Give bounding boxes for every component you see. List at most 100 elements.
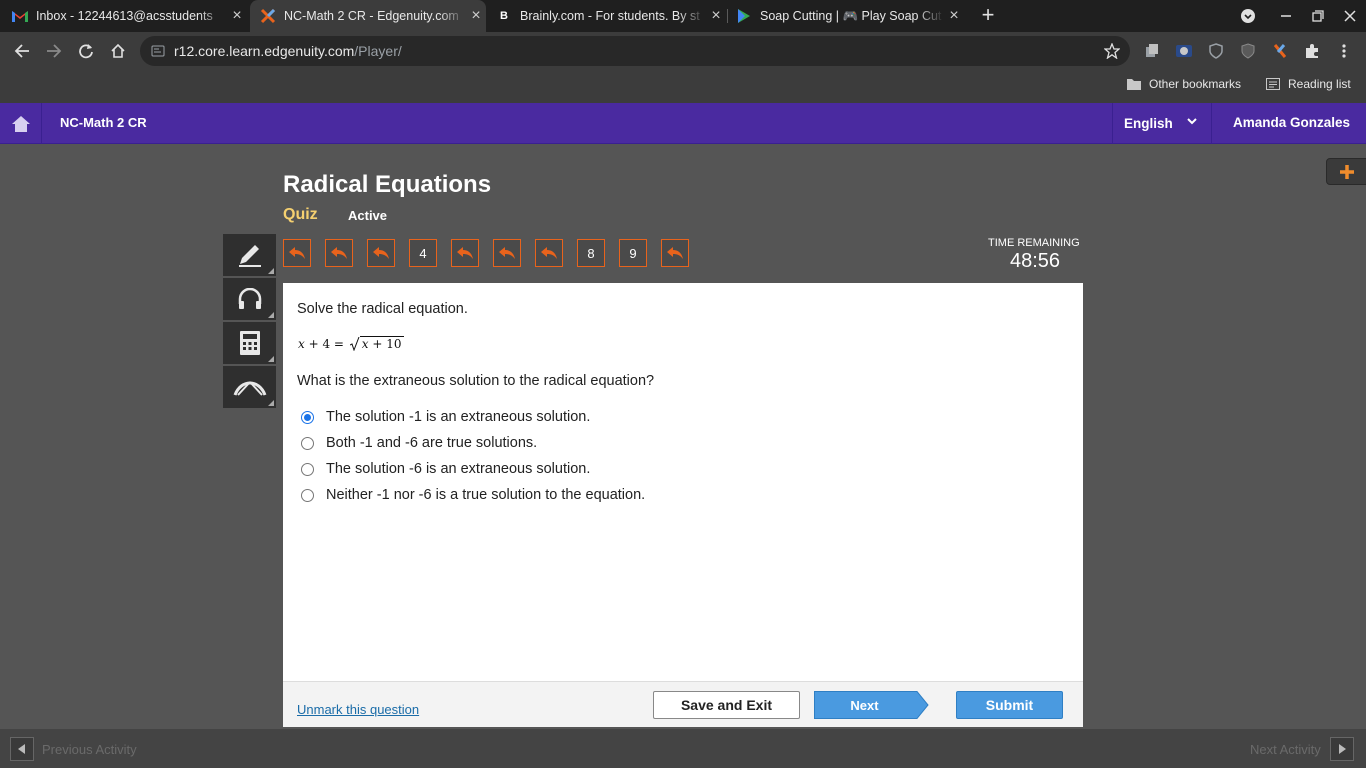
close-icon[interactable]: ×	[944, 7, 964, 25]
tools-sidebar	[223, 234, 276, 410]
triangle-left-icon	[18, 744, 25, 754]
browser-menu-icon[interactable]	[1334, 41, 1354, 61]
question-nav-marked[interactable]	[493, 239, 521, 267]
return-arrow-icon	[541, 247, 557, 259]
answer-option[interactable]: Both -1 and -6 are true solutions.	[301, 435, 537, 451]
reading-list-icon	[1266, 78, 1280, 90]
bookmark-star-icon[interactable]	[1104, 43, 1120, 59]
square-root: x + 10	[349, 336, 404, 351]
tab-title: Inbox - 12244613@acsstudents	[36, 9, 213, 23]
return-arrow-icon	[499, 247, 515, 259]
question-nav-marked[interactable]	[325, 239, 353, 267]
question-text: What is the extraneous solution to the r…	[297, 373, 655, 389]
return-arrow-icon	[667, 247, 683, 259]
gmail-icon	[12, 8, 28, 24]
url-text: r12.core.learn.edgenuity.com/Player/	[174, 43, 402, 59]
highlighter-tool[interactable]	[223, 234, 276, 278]
bookmarks-bar: Other bookmarks Reading list	[0, 70, 1366, 103]
tab-title: Soap Cutting | 🎮 Play Soap Cut	[760, 8, 942, 23]
reading-list[interactable]: Reading list	[1266, 77, 1351, 91]
tab-title: Brainly.com - For students. By st	[520, 9, 700, 23]
restore-icon[interactable]	[1302, 0, 1334, 32]
protractor-icon	[233, 381, 266, 396]
other-bookmarks[interactable]: Other bookmarks	[1127, 77, 1241, 91]
site-info-icon[interactable]	[151, 44, 165, 58]
answer-option[interactable]: The solution -1 is an extraneous solutio…	[301, 409, 590, 425]
minimize-icon[interactable]	[1270, 0, 1302, 32]
tab-search-icon[interactable]	[1232, 0, 1264, 32]
expand-panel-button[interactable]	[1326, 158, 1366, 185]
close-icon[interactable]: ×	[227, 7, 247, 25]
return-arrow-icon	[457, 247, 473, 259]
close-window-icon[interactable]	[1334, 0, 1366, 32]
answer-option[interactable]: Neither -1 nor -6 is a true solution to …	[301, 487, 645, 503]
headphones-icon	[238, 288, 261, 309]
answer-option[interactable]: The solution -6 is an extraneous solutio…	[301, 461, 590, 477]
browser-tab-strip: Inbox - 12244613@acsstudents × NC-Math 2…	[0, 0, 1366, 32]
close-icon[interactable]: ×	[706, 7, 726, 25]
edgenuity-icon	[260, 8, 276, 24]
tab-gmail[interactable]: Inbox - 12244613@acsstudents ×	[12, 0, 247, 32]
reload-icon[interactable]	[71, 36, 101, 66]
extension-shield-icon[interactable]	[1206, 41, 1226, 61]
radical-equation: x + 4 = x + 10	[298, 336, 404, 351]
user-name[interactable]: Amanda Gonzales	[1233, 115, 1350, 130]
radio-button[interactable]	[301, 462, 314, 476]
new-tab-button[interactable]: +	[976, 4, 1000, 28]
next-activity-label: Next Activity	[1250, 742, 1321, 757]
previous-activity-button[interactable]	[10, 737, 34, 761]
unmark-question-link[interactable]: Unmark this question	[297, 702, 419, 717]
radio-button[interactable]	[301, 410, 314, 424]
question-nav-number[interactable]: 4	[409, 239, 437, 267]
plus-icon	[1340, 164, 1354, 179]
browser-toolbar: r12.core.learn.edgenuity.com/Player/	[0, 32, 1366, 70]
activity-bar: Previous Activity Next Activity	[0, 729, 1366, 768]
play-icon	[736, 8, 752, 24]
activity-status: Active	[348, 208, 388, 223]
submit-button[interactable]: Submit	[956, 691, 1063, 719]
extensions-puzzle-icon[interactable]	[1302, 41, 1322, 61]
tab-brainly[interactable]: B Brainly.com - For students. By st ×	[496, 0, 726, 32]
extension-camera-icon[interactable]	[1174, 41, 1194, 61]
return-arrow-icon	[331, 247, 347, 259]
protractor-tool[interactable]	[223, 366, 276, 410]
brainly-icon: B	[500, 10, 508, 22]
next-button[interactable]: Next	[814, 691, 929, 719]
home-icon[interactable]	[103, 36, 133, 66]
extension-shield-dark-icon[interactable]	[1238, 41, 1258, 61]
triangle-right-icon	[1339, 744, 1346, 754]
radio-button[interactable]	[301, 436, 314, 450]
question-nav-number[interactable]: 9	[619, 239, 647, 267]
question-nav-marked[interactable]	[451, 239, 479, 267]
calculator-icon	[239, 331, 260, 355]
previous-activity-label: Previous Activity	[42, 742, 137, 757]
home-icon	[11, 115, 30, 132]
course-title: NC-Math 2 CR	[60, 115, 147, 130]
close-icon[interactable]: ×	[466, 7, 486, 25]
extension-copy-icon[interactable]	[1142, 41, 1162, 61]
back-icon[interactable]	[7, 36, 37, 66]
question-nav-marked[interactable]	[535, 239, 563, 267]
question-nav-marked[interactable]	[367, 239, 395, 267]
language-selector[interactable]: English	[1112, 103, 1212, 144]
next-activity-button[interactable]	[1330, 737, 1354, 761]
calculator-tool[interactable]	[223, 322, 276, 366]
site-header: NC-Math 2 CR English Amanda Gonzales	[0, 103, 1366, 144]
tab-soap-cutting[interactable]: Soap Cutting | 🎮 Play Soap Cut ×	[736, 0, 964, 32]
tab-edgenuity[interactable]: NC-Math 2 CR - Edgenuity.com ×	[250, 0, 486, 32]
folder-icon	[1127, 79, 1141, 90]
forward-icon[interactable]	[39, 36, 69, 66]
save-and-exit-button[interactable]: Save and Exit	[653, 691, 800, 719]
audio-tool[interactable]	[223, 278, 276, 322]
question-nav-marked[interactable]	[661, 239, 689, 267]
extension-edgenuity-icon[interactable]	[1270, 41, 1290, 61]
radio-button[interactable]	[301, 488, 314, 502]
lesson-title: Radical Equations	[283, 171, 492, 198]
site-home-button[interactable]	[0, 103, 42, 144]
pencil-icon	[238, 245, 261, 267]
time-remaining-label: TIME REMAINING	[988, 237, 1080, 249]
question-nav-marked[interactable]	[283, 239, 311, 267]
question-nav-number[interactable]: 8	[577, 239, 605, 267]
address-bar[interactable]: r12.core.learn.edgenuity.com/Player/	[140, 36, 1130, 66]
activity-type: Quiz	[283, 206, 318, 223]
